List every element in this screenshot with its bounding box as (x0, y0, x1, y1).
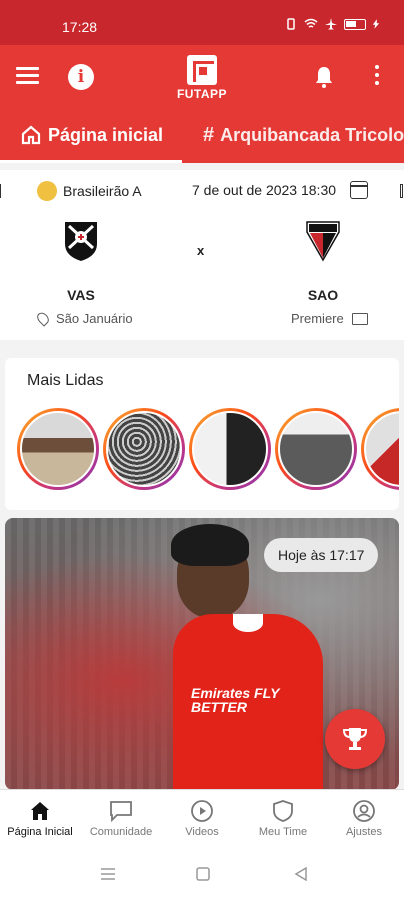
tab-arquibancada[interactable]: # Arquibancada Tricolor (203, 107, 404, 163)
home-icon (21, 125, 41, 145)
vasco-crest-icon (65, 222, 97, 261)
next-card-edge (400, 184, 403, 198)
competition: Brasileirão A (37, 181, 142, 201)
app-logo: FUTAPP (167, 55, 237, 101)
news-image-jersey: Emirates FLY BETTER (173, 614, 323, 790)
tab-label: Arquibancada Tricolor (220, 124, 404, 145)
match-datetime: 7 de out de 2023 18:30 (192, 182, 337, 198)
venue-name: São Januário (56, 311, 133, 326)
status-icons (284, 18, 380, 30)
away-team[interactable]: SAO (278, 220, 368, 303)
home-icon (31, 802, 49, 820)
away-team-name: SAO (307, 287, 339, 303)
tab-indicator (0, 160, 182, 163)
jersey-sponsor: Emirates FLY BETTER (191, 685, 280, 715)
status-time: 17:28 (62, 19, 98, 35)
tab-pagina-inicial[interactable]: Página inicial (20, 107, 163, 163)
match-card[interactable]: Brasileirão A 7 de out de 2023 18:30 VAS… (0, 170, 404, 340)
user-settings-icon (353, 800, 375, 822)
nav-pagina-inicial[interactable]: Página Inicial (0, 798, 80, 838)
tab-bar: Página inicial # Arquibancada Tricolor (0, 107, 404, 163)
trophy-fab[interactable] (325, 709, 385, 769)
nav-meu-time[interactable]: Meu Time (243, 798, 323, 838)
mais-lidas-section: Mais Lidas (5, 358, 399, 510)
location-pin-icon (34, 310, 52, 327)
nav-label: Página Inicial (7, 826, 73, 838)
logo-text: FUTAPP (176, 87, 228, 101)
news-image-player-hair (171, 524, 249, 566)
recent-apps-icon[interactable] (100, 867, 116, 881)
tv-icon (351, 312, 368, 325)
nav-label: Comunidade (89, 826, 153, 838)
nav-comunidade[interactable]: Comunidade (81, 798, 161, 838)
trophy-icon (342, 728, 368, 750)
back-icon[interactable] (294, 867, 308, 881)
tab-label: Página inicial (48, 124, 164, 145)
calendar-icon[interactable] (350, 181, 368, 199)
status-bar: 17:28 (0, 0, 404, 45)
broadcast-name: Premiere (291, 311, 344, 326)
story-item[interactable] (361, 408, 399, 490)
story-item[interactable] (103, 408, 185, 490)
home-team[interactable]: VAS (36, 220, 126, 303)
logo-mark-icon (187, 55, 217, 85)
menu-icon[interactable] (16, 67, 39, 85)
story-item[interactable] (275, 408, 357, 490)
bell-icon[interactable] (312, 65, 336, 89)
hashtag-icon: # (203, 123, 215, 146)
battery-icon (344, 18, 366, 30)
competition-logo-icon (37, 181, 57, 201)
news-time-badge: Hoje às 17:17 (264, 538, 379, 572)
home-button-icon[interactable] (196, 867, 210, 881)
venue: São Januário (34, 310, 133, 327)
story-item[interactable] (17, 408, 99, 490)
chat-icon (110, 801, 132, 822)
nav-ajustes[interactable]: Ajustes (324, 798, 404, 838)
info-icon[interactable]: i (68, 64, 94, 90)
wifi-icon (304, 18, 318, 28)
home-team-name: VAS (67, 287, 95, 303)
nav-label: Ajustes (345, 826, 383, 838)
charging-icon (372, 19, 380, 29)
section-title: Mais Lidas (27, 372, 104, 389)
system-nav-bar (0, 847, 404, 900)
airplane-icon (325, 18, 337, 30)
app-bar: i FUTAPP (0, 45, 404, 107)
vibrate-icon (287, 18, 295, 30)
saopaulo-crest-icon (306, 221, 340, 262)
story-item[interactable] (189, 408, 271, 490)
nav-label: Videos (185, 826, 219, 838)
versus-separator: x (197, 243, 205, 258)
play-icon (191, 800, 213, 822)
nav-label: Meu Time (258, 826, 308, 838)
more-options-icon[interactable] (372, 65, 382, 89)
shield-icon (273, 800, 293, 822)
competition-name: Brasileirão A (63, 183, 142, 199)
broadcast: Premiere (291, 311, 368, 326)
prev-card-edge (0, 184, 1, 198)
nav-videos[interactable]: Videos (162, 798, 242, 838)
bottom-nav: Página Inicial Comunidade Videos Meu Tim… (0, 789, 404, 847)
